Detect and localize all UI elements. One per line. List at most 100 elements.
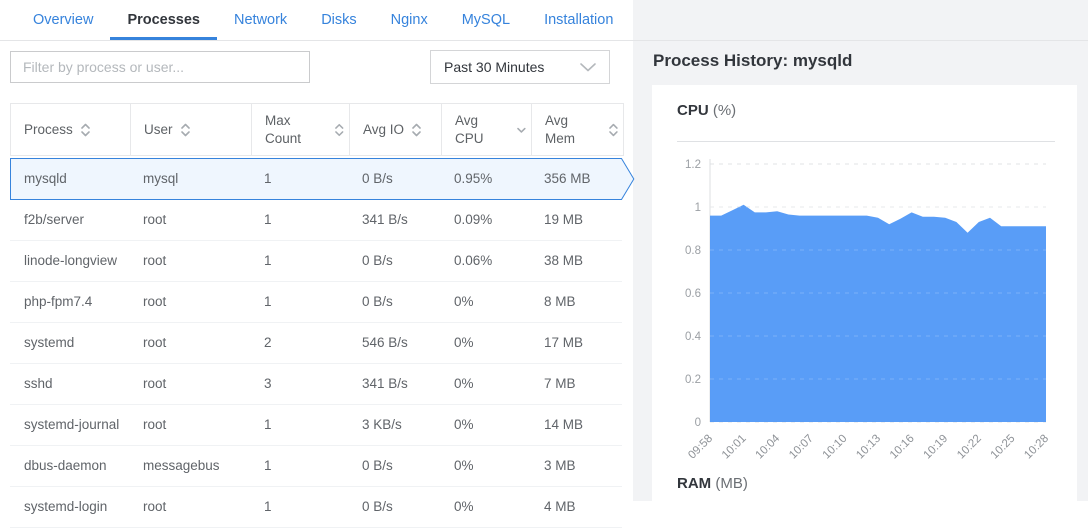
- cell-avg-mem: 4 MB: [530, 487, 622, 527]
- column-label: Avg IO: [363, 121, 404, 139]
- cpu-chart-title-label: CPU: [677, 102, 709, 119]
- cell-process: mysqld: [10, 158, 129, 200]
- cell-avg-cpu: 0%: [440, 282, 530, 322]
- cell-user: root: [129, 405, 250, 445]
- column-header-max-count[interactable]: Max Count: [251, 104, 349, 155]
- cell-max-count: 1: [250, 487, 348, 527]
- table-row[interactable]: sshdroot3341 B/s0%7 MB: [10, 364, 622, 405]
- table-row[interactable]: systemd-journalroot13 KB/s0%14 MB: [10, 405, 622, 446]
- history-panel-title: Process History: mysqld: [653, 51, 852, 71]
- cell-max-count: 3: [250, 364, 348, 404]
- cell-process: sshd: [10, 364, 129, 404]
- cell-avg-io: 3 KB/s: [348, 405, 440, 445]
- cell-user: mysql: [129, 158, 250, 200]
- cell-avg-mem: 17 MB: [530, 323, 622, 363]
- cell-avg-io: 341 B/s: [348, 364, 440, 404]
- process-history-card: CPU (%) 00.20.40.60.811.209:5810:0110:04…: [652, 85, 1077, 501]
- cell-user: root: [129, 241, 250, 281]
- ram-chart-title-label: RAM: [677, 475, 711, 492]
- cell-max-count: 1: [250, 200, 348, 240]
- sort-both-icon: [180, 122, 191, 138]
- cell-avg-mem: 356 MB: [530, 158, 622, 200]
- column-label: Max Count: [265, 112, 327, 147]
- column-label: Avg CPU: [455, 112, 509, 147]
- table-row-selected[interactable]: mysqldmysql10 B/s0.95%356 MB: [10, 158, 636, 200]
- cell-avg-io: 341 B/s: [348, 200, 440, 240]
- cell-avg-cpu: 0%: [440, 405, 530, 445]
- cell-max-count: 1: [250, 405, 348, 445]
- column-header-avg-io[interactable]: Avg IO: [349, 104, 441, 155]
- tab-overview[interactable]: Overview: [16, 0, 110, 40]
- sort-both-icon: [411, 122, 422, 138]
- cell-avg-io: 0 B/s: [348, 241, 440, 281]
- cell-user: root: [129, 323, 250, 363]
- cell-max-count: 2: [250, 323, 348, 363]
- cell-avg-io: 0 B/s: [348, 282, 440, 322]
- cell-avg-cpu: 0.95%: [440, 158, 530, 200]
- column-header-avg-cpu[interactable]: Avg CPU: [441, 104, 531, 155]
- column-header-user[interactable]: User: [130, 104, 251, 155]
- table-row[interactable]: php-fpm7.4root10 B/s0%8 MB: [10, 282, 622, 323]
- cell-user: root: [129, 364, 250, 404]
- cell-max-count: 1: [250, 241, 348, 281]
- cell-avg-cpu: 0%: [440, 446, 530, 486]
- table-row[interactable]: systemdroot2546 B/s0%17 MB: [10, 323, 622, 364]
- cell-max-count: 1: [250, 282, 348, 322]
- svg-text:10:22: 10:22: [955, 433, 984, 462]
- svg-text:10:10: 10:10: [821, 433, 850, 462]
- svg-text:10:13: 10:13: [854, 433, 883, 462]
- cell-max-count: 1: [250, 158, 348, 200]
- svg-text:10:25: 10:25: [989, 433, 1018, 462]
- tab-mysql[interactable]: MySQL: [445, 0, 527, 40]
- table-row[interactable]: systemd-loginroot10 B/s0%4 MB: [10, 487, 622, 528]
- svg-text:10:28: 10:28: [1022, 433, 1051, 462]
- time-range-value: Past 30 Minutes: [444, 59, 544, 75]
- tab-network[interactable]: Network: [217, 0, 304, 40]
- cell-avg-cpu: 0%: [440, 323, 530, 363]
- svg-text:0.4: 0.4: [685, 331, 702, 343]
- cpu-chart-title: CPU (%): [677, 102, 736, 119]
- cell-max-count: 1: [250, 446, 348, 486]
- time-range-select[interactable]: Past 30 Minutes: [430, 50, 610, 84]
- cell-avg-mem: 8 MB: [530, 282, 622, 322]
- cell-avg-io: 0 B/s: [348, 158, 440, 200]
- chart-title-divider: [677, 141, 1055, 142]
- cell-avg-cpu: 0.09%: [440, 200, 530, 240]
- tab-nginx[interactable]: Nginx: [374, 0, 445, 40]
- cell-user: messagebus: [129, 446, 250, 486]
- cell-avg-cpu: 0%: [440, 364, 530, 404]
- process-filter-input[interactable]: [10, 51, 310, 83]
- process-table-header: Process User Max Count Avg IO Avg CPU Avg Mem: [10, 103, 624, 156]
- column-label: Process: [24, 121, 73, 139]
- svg-text:0: 0: [695, 417, 701, 429]
- column-header-process[interactable]: Process: [11, 104, 130, 155]
- process-table-body: mysqldmysql10 B/s0.95%356 MBf2b/serverro…: [10, 158, 624, 528]
- table-row[interactable]: linode-longviewroot10 B/s0.06%38 MB: [10, 241, 622, 282]
- svg-text:0.6: 0.6: [685, 288, 701, 300]
- svg-text:10:04: 10:04: [753, 432, 782, 461]
- column-header-avg-mem[interactable]: Avg Mem: [531, 104, 623, 155]
- tab-bar: OverviewProcessesNetworkDisksNginxMySQLI…: [0, 0, 1088, 41]
- svg-text:0.8: 0.8: [685, 245, 701, 257]
- svg-text:1: 1: [695, 202, 701, 214]
- ram-chart-title: RAM (MB): [677, 475, 748, 492]
- cell-user: root: [129, 487, 250, 527]
- sort-both-icon: [80, 122, 91, 138]
- tab-processes[interactable]: Processes: [110, 0, 217, 40]
- sort-both-icon: [334, 122, 345, 138]
- cell-user: root: [129, 200, 250, 240]
- svg-text:1.2: 1.2: [685, 159, 701, 171]
- column-label: User: [144, 121, 173, 139]
- cell-process: f2b/server: [10, 200, 129, 240]
- tab-installation[interactable]: Installation: [527, 0, 630, 40]
- cell-avg-mem: 7 MB: [530, 364, 622, 404]
- sort-desc-icon: [516, 122, 527, 138]
- chevron-down-icon: [580, 63, 596, 72]
- cell-process: dbus-daemon: [10, 446, 129, 486]
- column-label: Avg Mem: [545, 112, 601, 147]
- table-row[interactable]: dbus-daemonmessagebus10 B/s0%3 MB: [10, 446, 622, 487]
- svg-text:10:01: 10:01: [720, 433, 749, 462]
- cell-avg-io: 0 B/s: [348, 487, 440, 527]
- table-row[interactable]: f2b/serverroot1341 B/s0.09%19 MB: [10, 200, 622, 241]
- tab-disks[interactable]: Disks: [304, 0, 373, 40]
